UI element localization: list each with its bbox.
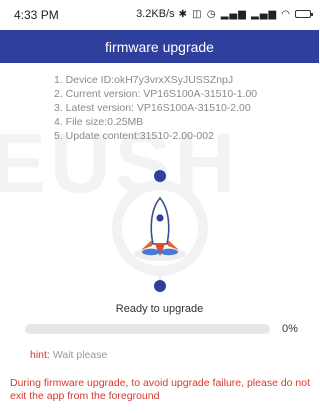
upgrade-status-text: Ready to upgrade [115, 303, 204, 315]
latest-version: 3. Latest version: VP16S100A-31510-2.00 [54, 102, 251, 114]
signal-icon: ▂▄▆ [251, 8, 278, 20]
status-bar: 4:33 PM 3.2KB/s ✱ ◫ ◷ ▂▄▆ ▂▄▆ ◠ [0, 0, 319, 30]
upgrade-warning: During firmware upgrade, to avoid upgrad… [10, 377, 311, 402]
status-time: 4:33 PM [14, 8, 59, 22]
hint: hint: Wait please [30, 349, 107, 361]
nfc-icon: ◫ [192, 8, 203, 20]
file-size: 4. File size:0.25MB [54, 116, 144, 128]
network-speed: 3.2KB/s [136, 8, 175, 20]
alarm-icon: ◷ [206, 8, 217, 20]
status-indicators: 3.2KB/s ✱ ◫ ◷ ▂▄▆ ▂▄▆ ◠ [136, 8, 313, 20]
hint-label: hint: [30, 349, 50, 361]
rocket-icon [112, 170, 208, 292]
battery-icon [295, 10, 313, 18]
hint-value: Wait please [52, 349, 108, 361]
page-title: firmware upgrade [105, 38, 214, 55]
progress-percent: 0% [282, 323, 298, 335]
app-bar: firmware upgrade [0, 30, 319, 63]
firmware-info-list: 1. Device ID:okH7y3vrxXSyJUSSZnpJ 2. Cur… [54, 73, 314, 143]
upgrade-progress-bar [25, 324, 270, 334]
wifi-icon: ◠ [281, 8, 291, 20]
upgrade-illustration [0, 170, 319, 300]
device-id: 1. Device ID:okH7y3vrxXSyJUSSZnpJ [54, 74, 234, 86]
signal-icon: ▂▄▆ [220, 8, 247, 20]
current-version: 2. Current version: VP16S100A-31510-1.00 [54, 88, 258, 100]
update-content: 5. Update content:31510-2.00-002 [54, 130, 214, 142]
status-icons: ✱ ◫ ◷ ▂▄▆ ▂▄▆ ◠ [179, 9, 291, 20]
bluetooth-icon: ✱ [178, 8, 188, 20]
